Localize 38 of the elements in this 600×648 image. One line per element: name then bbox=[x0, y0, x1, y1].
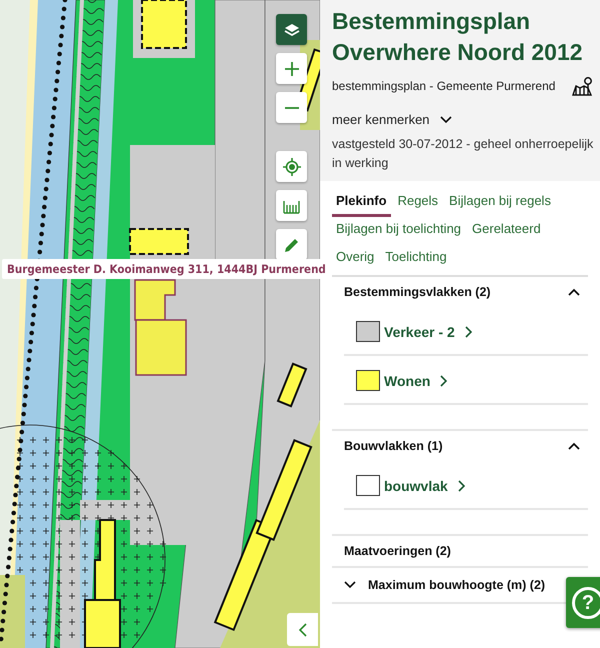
chevron-left-icon bbox=[298, 622, 308, 638]
legend-link[interactable]: bouwvlak bbox=[384, 478, 466, 494]
measure-button[interactable] bbox=[276, 190, 307, 221]
tab[interactable]: Bijlagen bij regels bbox=[445, 189, 555, 217]
tab[interactable]: Toelichting bbox=[381, 245, 451, 273]
chevron-right-icon bbox=[440, 374, 448, 386]
tab[interactable]: Bijlagen bij toelichting bbox=[332, 217, 466, 245]
zoom-in-button[interactable] bbox=[276, 53, 307, 84]
draw-button[interactable] bbox=[276, 229, 307, 260]
more-toggle[interactable]: meer kenmerken bbox=[332, 112, 452, 127]
chevron-icon[interactable] bbox=[568, 288, 580, 296]
help-button[interactable]: ? bbox=[566, 577, 600, 628]
chevron-right-icon bbox=[464, 326, 473, 338]
zoom-out-button[interactable] bbox=[276, 92, 307, 123]
tab[interactable]: Gerelateerd bbox=[468, 217, 545, 245]
legend-link[interactable]: Wonen bbox=[384, 372, 448, 388]
tab[interactable]: Overig bbox=[332, 245, 378, 273]
plan-title: Bestemmingsplan Overwhere Noord 2012 bbox=[332, 7, 584, 67]
locate-button[interactable] bbox=[276, 151, 307, 182]
section-heading: Bouwvlakken (1) bbox=[344, 439, 443, 453]
map-pin-icon[interactable] bbox=[572, 76, 594, 96]
legend-link[interactable]: Verkeer - 2 bbox=[384, 324, 473, 340]
chevron-right-icon bbox=[458, 480, 466, 492]
section-heading: Bestemmingsvlakken (2) bbox=[344, 285, 491, 299]
chevron-icon bbox=[344, 581, 356, 589]
tab[interactable]: Plekinfo bbox=[332, 189, 391, 217]
plan-type: bestemmingsplan - Gemeente Purmerend bbox=[332, 79, 556, 93]
plan-status: vastgesteld 30-07-2012 - geheel onherroepelijk in werking bbox=[332, 136, 594, 172]
section-heading: Maatvoeringen (2) bbox=[344, 544, 451, 558]
collapsible-item[interactable]: Maximum bouwhoogte (m) (2) bbox=[344, 568, 546, 602]
crosshair-icon bbox=[282, 158, 300, 176]
collapse-panel-button[interactable] bbox=[287, 613, 318, 646]
chevron-icon bbox=[440, 116, 452, 124]
tab[interactable]: Regels bbox=[394, 189, 442, 217]
minus-icon bbox=[284, 106, 298, 108]
chevron-icon[interactable] bbox=[568, 442, 580, 450]
plus-icon bbox=[282, 60, 300, 78]
layers-button[interactable] bbox=[276, 14, 307, 45]
